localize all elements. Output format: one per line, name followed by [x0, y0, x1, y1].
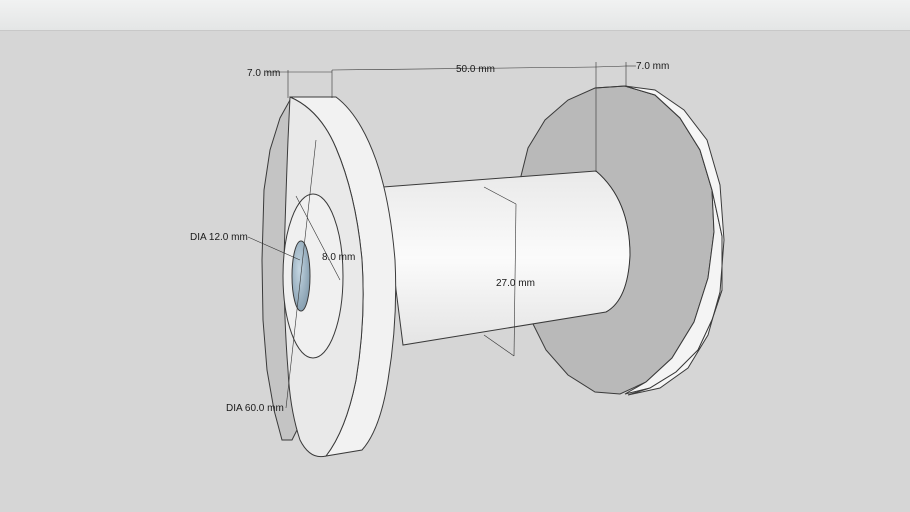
dim-hole-diameter: DIA 12.0 mm [190, 232, 248, 243]
dim-left-flange-width: 7.0 mm [247, 68, 280, 79]
dim-flange-diameter: DIA 60.0 mm [226, 403, 284, 414]
dim-inner-step: 8.0 mm [322, 252, 355, 263]
dim-spacing: 50.0 mm [456, 64, 495, 75]
dim-right-flange-width: 7.0 mm [636, 61, 669, 72]
dim-core-height: 27.0 mm [496, 278, 535, 289]
spool-model-drawing: 7.0 mm 50.0 mm 7.0 mm DIA 12.0 mm 8.0 mm… [190, 61, 725, 458]
